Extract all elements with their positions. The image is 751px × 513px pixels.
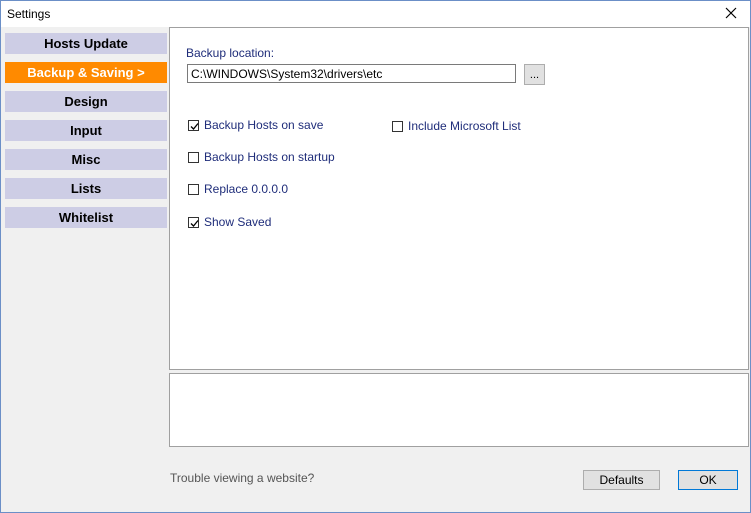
checkbox-label: Include Microsoft List xyxy=(408,119,521,133)
checkbox-backup-on-startup[interactable]: Backup Hosts on startup xyxy=(188,150,335,164)
settings-window: Settings Hosts Update Backup & Saving > … xyxy=(0,0,751,513)
checkbox-show-saved[interactable]: Show Saved xyxy=(188,215,271,229)
trouble-viewing-link[interactable]: Trouble viewing a website? xyxy=(170,471,314,485)
checkbox-box[interactable] xyxy=(188,151,199,163)
checkbox-box[interactable] xyxy=(392,120,403,132)
checkbox-label: Show Saved xyxy=(204,215,272,229)
nav-item-design[interactable]: Design xyxy=(5,91,167,112)
nav-item-misc[interactable]: Misc xyxy=(5,149,167,170)
browse-button[interactable]: ... xyxy=(524,64,545,85)
window-title: Settings xyxy=(7,7,51,21)
title-bar: Settings xyxy=(1,1,750,27)
checkbox-label: Backup Hosts on save xyxy=(204,118,324,132)
backup-settings-panel: Backup location: ... Backup Hosts on sav… xyxy=(169,27,749,370)
nav-item-whitelist[interactable]: Whitelist xyxy=(5,207,167,228)
checkbox-label: Replace 0.0.0.0 xyxy=(204,182,289,196)
checkbox-include-microsoft-list[interactable]: Include Microsoft List xyxy=(392,119,521,133)
defaults-button[interactable]: Defaults xyxy=(583,470,660,490)
close-icon[interactable] xyxy=(722,4,740,22)
nav-item-hosts-update[interactable]: Hosts Update xyxy=(5,33,167,54)
info-panel xyxy=(169,373,749,447)
backup-location-label: Backup location: xyxy=(186,46,275,60)
checkbox-box[interactable] xyxy=(188,119,199,131)
nav-item-input[interactable]: Input xyxy=(5,120,167,141)
checkbox-box[interactable] xyxy=(188,183,199,195)
settings-nav: Hosts Update Backup & Saving > Design In… xyxy=(5,33,167,236)
checkbox-label: Backup Hosts on startup xyxy=(204,150,335,164)
ok-button[interactable]: OK xyxy=(678,470,738,490)
nav-item-backup-saving[interactable]: Backup & Saving > xyxy=(5,62,167,83)
checkbox-replace-zero-ip[interactable]: Replace 0.0.0.0 xyxy=(188,182,288,196)
nav-item-lists[interactable]: Lists xyxy=(5,178,167,199)
backup-location-input[interactable] xyxy=(187,64,516,83)
checkbox-backup-on-save[interactable]: Backup Hosts on save xyxy=(188,118,323,132)
checkbox-box[interactable] xyxy=(188,216,199,228)
